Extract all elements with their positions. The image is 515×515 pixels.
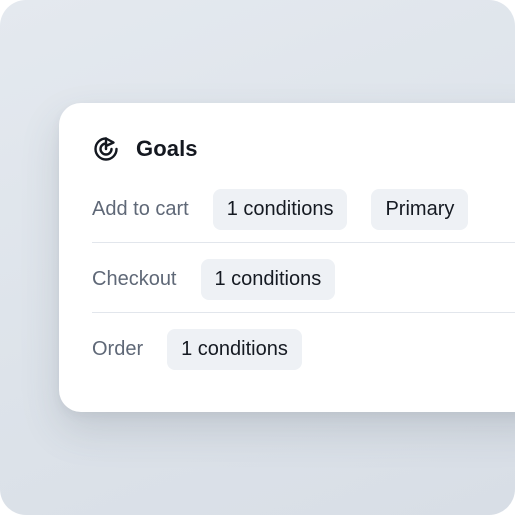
row-divider (92, 242, 515, 243)
conditions-pill[interactable]: 1 conditions (167, 328, 302, 370)
page-title: Goals (136, 136, 198, 161)
target-goal-icon (92, 135, 120, 163)
conditions-pill[interactable]: 1 conditions (200, 258, 336, 300)
row-divider (92, 312, 515, 313)
goal-label: Order (92, 337, 144, 360)
goal-row-order[interactable]: Order 1 conditions (92, 328, 515, 370)
goal-label: Checkout (92, 267, 177, 290)
goal-row-checkout[interactable]: Checkout 1 conditions (92, 258, 515, 300)
primary-badge[interactable]: Primary (371, 188, 469, 230)
conditions-pill[interactable]: 1 conditions (212, 188, 348, 230)
goals-header: Goals (92, 134, 198, 164)
goal-row-add-to-cart[interactable]: Add to cart 1 conditions Primary (92, 188, 515, 230)
goal-label: Add to cart (92, 197, 189, 220)
background-frame: Goals Add to cart 1 conditions Primary C… (0, 0, 515, 515)
goals-card: Goals Add to cart 1 conditions Primary C… (59, 103, 515, 412)
